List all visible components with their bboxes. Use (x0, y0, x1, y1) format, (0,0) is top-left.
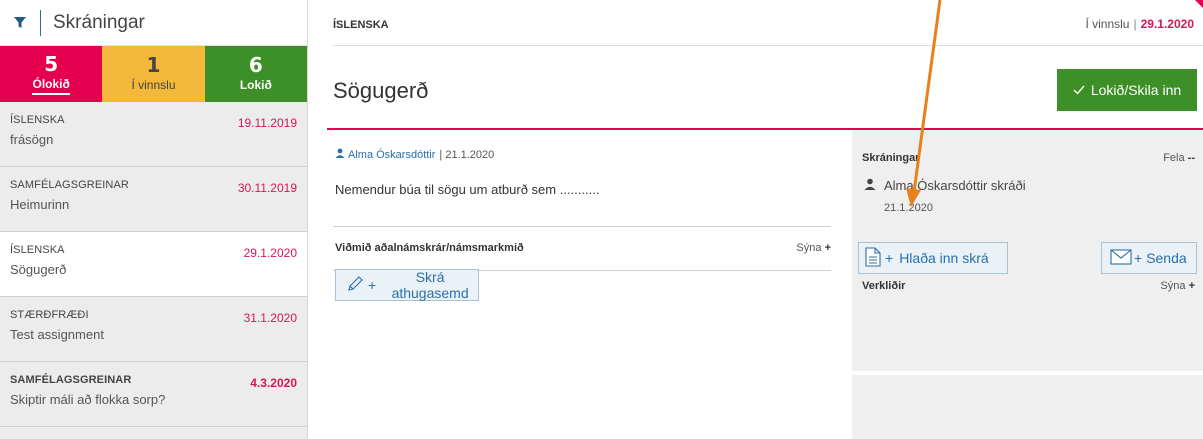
registration-entry-text: Alma Óskarsdóttir skráði (884, 178, 1026, 193)
pencil-icon (346, 275, 364, 296)
status-date: 29.1.2020 (1140, 17, 1194, 31)
author-line: Alma Óskarsdóttir | 21.1.2020 (335, 148, 494, 161)
person-icon (335, 148, 345, 161)
status-done-tab[interactable]: 6 Lokið (204, 46, 307, 102)
workparts-label: Verkliðir (862, 280, 906, 292)
workparts-show-label: Sýna (1160, 280, 1186, 292)
status-open-tab[interactable]: 5 Ólokið (0, 46, 103, 102)
panel-divider (852, 371, 1203, 375)
send-label: Senda (1146, 250, 1187, 266)
list-item-name: Test assignment (10, 327, 104, 342)
status-in-progress-count: 1 (146, 52, 161, 77)
send-button[interactable]: + Senda (1101, 242, 1197, 274)
divider (333, 226, 831, 227)
status-in-progress-tab[interactable]: 1 Í vinnslu (102, 46, 205, 102)
plus-icon: + (368, 277, 377, 293)
top-bar: ÍSLENSKA Í vinnslu | 29.1.2020 (333, 0, 1203, 46)
sidebar-header: Skráningar (0, 0, 307, 46)
list-item-date: 31.1.2020 (243, 311, 297, 325)
status-done-label: Lokið (239, 77, 272, 92)
list-item[interactable]: ÍSLENSKA frásögn 19.11.2019 (0, 102, 307, 167)
complete-submit-label: Lokið/Skila inn (1090, 82, 1182, 98)
plus-icon: + (885, 250, 894, 266)
document-icon (865, 246, 881, 270)
list-item-name: Sögugerð (10, 262, 67, 277)
status-open-label: Ólokið (32, 77, 70, 95)
person-icon (864, 178, 876, 193)
subject-heading: ÍSLENSKA (333, 19, 389, 31)
page-title: Sögugerð (333, 78, 429, 103)
add-comment-button[interactable]: + Skrá athugasemd (335, 269, 479, 301)
author-date: | 21.1.2020 (439, 148, 495, 161)
author-link[interactable]: Alma Óskarsdóttir (348, 149, 435, 161)
envelope-icon (1110, 248, 1132, 268)
status-indicator: Í vinnslu | 29.1.2020 (1085, 17, 1194, 31)
corner-flag-icon (1195, 0, 1203, 8)
sidebar-title: Skráningar (53, 11, 145, 33)
sidebar: Skráningar 5 Ólokið 1 Í vinnslu 6 Lokið … (0, 0, 308, 439)
assignment-description: Nemendur búa til sögu um atburð sem ....… (335, 182, 600, 197)
complete-submit-button[interactable]: Lokið/Skila inn (1057, 69, 1197, 111)
panel-hide-label: Fela (1163, 152, 1185, 164)
criteria-show-toggle[interactable]: Sýna + (796, 242, 831, 254)
list-item-date: 19.11.2019 (237, 116, 297, 130)
add-comment-label: Skrá athugasemd (391, 269, 469, 301)
list-item[interactable]: SAMFÉLAGSGREINAR Skiptir máli að flokka … (0, 362, 307, 427)
assignment-list: ÍSLENSKA frásögn 19.11.2019 SAMFÉLAGSGRE… (0, 102, 307, 427)
list-item-name: Heimurinn (10, 197, 70, 212)
status-in-progress-label: Í vinnslu (131, 77, 176, 92)
status-open-count: 5 (44, 51, 59, 76)
header-divider (40, 9, 41, 36)
list-item-name: Skiptir máli að flokka sorp? (10, 392, 166, 407)
upload-file-label: Hlaða inn skrá (899, 250, 989, 266)
list-item-selected[interactable]: ÍSLENSKA Sögugerð 29.1.2020 (0, 232, 307, 297)
check-icon (1073, 82, 1085, 98)
status-filter-row: 5 Ólokið 1 Í vinnslu 6 Lokið (0, 46, 307, 102)
criteria-show-label: Sýna (796, 242, 822, 254)
list-item-date: 4.3.2020 (250, 376, 297, 390)
panel-title: Skráningar (862, 152, 920, 164)
main-content: ÍSLENSKA Í vinnslu | 29.1.2020 Sögugerð Lo… (309, 0, 1203, 439)
filter-icon[interactable] (12, 15, 28, 31)
workparts-show-toggle[interactable]: Sýna + (1160, 280, 1195, 292)
list-item[interactable]: SAMFÉLAGSGREINAR Heimurinn 30.11.2019 (0, 167, 307, 232)
list-item-date: 29.1.2020 (243, 246, 297, 260)
criteria-row: Viðmið aðalnámskrár/námsmarkmið Sýna + (335, 242, 831, 254)
plus-icon: + (1134, 250, 1143, 266)
criteria-label: Viðmið aðalnámskrár/námsmarkmið (335, 242, 524, 254)
registrations-panel: Skráningar Fela -- Alma Óskarsdóttir skr… (852, 130, 1203, 439)
list-item[interactable]: STÆRÐFRÆÐI Test assignment 31.1.2020 (0, 297, 307, 362)
status-done-count: 6 (248, 52, 263, 77)
list-item-date: 30.11.2019 (237, 181, 297, 195)
status-text: Í vinnslu (1085, 17, 1130, 31)
status-separator: | (1133, 17, 1137, 31)
upload-file-button[interactable]: + Hlaða inn skrá (858, 242, 1008, 274)
list-item-name: frásögn (10, 132, 54, 147)
registration-entry-date: 21.1.2020 (884, 202, 933, 214)
registration-entry: Alma Óskarsdóttir skráði (864, 178, 1026, 193)
panel-hide-toggle[interactable]: Fela -- (1163, 152, 1195, 164)
